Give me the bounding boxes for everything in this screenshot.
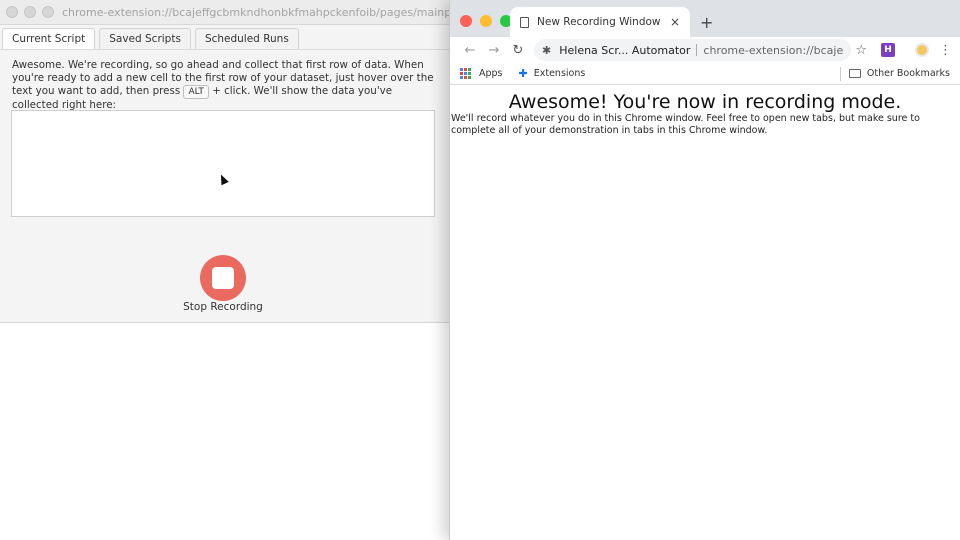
extension-puzzle-icon: ✱ [542,43,552,57]
recording-chrome-window: New Recording Window × + ← → ↻ ✱ Helena … [449,0,960,540]
alt-key: ALT [183,85,209,99]
page-content: Awesome! You're now in recording mode. W… [450,91,960,137]
tab-current-script[interactable]: Current Script [2,28,96,49]
bookmark-apps[interactable]: Apps [479,68,503,79]
helena-main-panel-window: chrome-extension://bcajeffgcbmkndhonbkfm… [0,0,503,540]
browser-tab-title: New Recording Window [537,16,661,28]
site-name: Helena Scr... Automator [559,43,691,57]
main-panel: Current Script Saved Scripts Scheduled R… [0,25,449,323]
page-icon [520,16,529,28]
left-window-titlebar: chrome-extension://bcajeffgcbmkndhonbkfm… [0,0,503,25]
browser-tab-new-recording-window[interactable]: New Recording Window × [510,7,690,37]
tab-saved-scripts[interactable]: Saved Scripts [99,28,191,49]
close-window-button[interactable] [6,6,18,18]
back-arrow-icon[interactable]: ← [458,43,482,58]
address-bar[interactable]: ✱ Helena Scr... Automator chrome-extensi… [534,39,852,61]
left-window-url: chrome-extension://bcajeffgcbmkndhonbkfm… [62,5,504,19]
bookmark-other-bookmarks[interactable]: Other Bookmarks [867,68,950,79]
tab-strip: New Recording Window × + [450,0,960,37]
minimize-window-button[interactable] [24,6,36,18]
stop-recording-button[interactable] [200,255,246,301]
new-tab-button[interactable]: + [700,13,713,32]
profile-avatar[interactable] [915,43,929,57]
tab-scheduled-runs[interactable]: Scheduled Runs [194,28,299,49]
close-tab-icon[interactable]: × [670,15,680,29]
minimize-window-button[interactable] [480,15,492,27]
extensions-puzzle-icon: ✚ [518,67,528,80]
page-body-text: We'll record whatever you do in this Chr… [451,113,920,136]
page-title: Awesome! You're now in recording mode. [508,91,902,113]
address-separator [696,44,698,56]
folder-icon [848,69,861,78]
reload-icon[interactable]: ↻ [506,43,530,58]
bookmark-star-icon[interactable]: ☆ [855,43,867,58]
toolbar: ← → ↻ ✱ Helena Scr... Automator chrome-e… [450,37,960,63]
panel-tabs: Current Script Saved Scripts Scheduled R… [0,25,449,49]
close-window-button[interactable] [460,15,472,27]
bookmarks-separator [839,66,841,81]
recording-instructions: Awesome. We're recording, so go ahead an… [0,50,449,112]
bookmarks-bar: Apps ✚ Extensions Other Bookmarks [450,63,960,85]
collected-data-area [11,110,435,217]
stop-recording-label: Stop Recording [183,301,263,313]
window-controls [6,6,54,18]
stop-icon [212,267,234,289]
forward-arrow-icon[interactable]: → [482,43,506,58]
bookmark-extensions[interactable]: Extensions [534,68,586,79]
apps-grid-icon [460,68,471,79]
address-url: chrome-extension://bcajeffgcbmkndhonbkfm… [703,43,844,57]
chrome-menu-icon[interactable]: ⋮ [939,43,952,58]
desktop: chrome-extension://bcajeffgcbmkndhonbkfm… [0,0,960,540]
window-controls [460,15,512,27]
zoom-window-button[interactable] [42,6,54,18]
helena-extension-icon[interactable]: H [881,43,895,57]
